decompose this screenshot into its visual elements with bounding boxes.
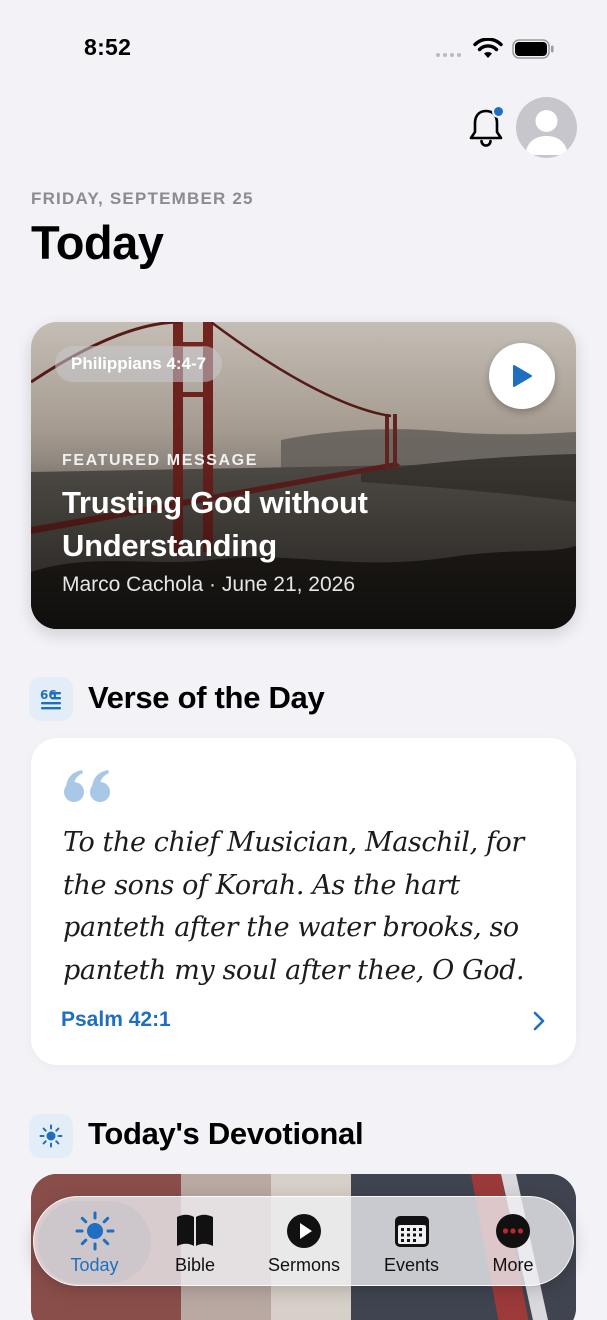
tab-bar: Today Bible Sermons Events More bbox=[33, 1196, 574, 1286]
play-circle-icon bbox=[287, 1214, 321, 1248]
verse-card[interactable]: To the chief Musician, Maschil, for the … bbox=[31, 738, 576, 1065]
tab-more[interactable]: More bbox=[469, 1197, 557, 1287]
screen: 8:52 FRIDAY, SEPTEMBER 25 Today Philippi… bbox=[0, 0, 607, 1320]
tab-events[interactable]: Events bbox=[364, 1197, 459, 1287]
cellular-signal-icon bbox=[436, 53, 461, 57]
notification-badge bbox=[492, 105, 505, 118]
sun-small-icon bbox=[39, 1124, 63, 1148]
featured-message-card[interactable]: Philippians 4:4-7 FEATURED MESSAGE Trust… bbox=[31, 322, 576, 629]
battery-icon bbox=[512, 39, 554, 59]
scripture-reference-chip: Philippians 4:4-7 bbox=[55, 346, 223, 382]
tab-label-bible: Bible bbox=[174, 1255, 216, 1275]
devotional-section-icon bbox=[29, 1114, 73, 1158]
book-icon bbox=[177, 1214, 213, 1246]
calendar-icon bbox=[394, 1216, 429, 1247]
tab-today[interactable]: Today bbox=[38, 1197, 151, 1287]
ellipsis-circle-icon bbox=[496, 1214, 530, 1248]
tab-label-sermons: Sermons bbox=[267, 1255, 341, 1275]
featured-eyebrow: FEATURED MESSAGE bbox=[62, 452, 258, 469]
svg-text:66: 66 bbox=[40, 688, 57, 702]
featured-meta: Marco Cachola · June 21, 2026 bbox=[62, 573, 356, 596]
chevron-right-icon bbox=[533, 1011, 545, 1031]
devotional-section-title: Today's Devotional bbox=[88, 1116, 364, 1151]
featured-title: Trusting God without Understanding bbox=[62, 485, 368, 563]
verse-text: To the chief Musician, Maschil, for the … bbox=[63, 827, 525, 986]
wifi-icon bbox=[473, 38, 503, 58]
play-button[interactable] bbox=[489, 343, 555, 409]
quote-list-icon: 66 bbox=[40, 688, 61, 710]
tab-bible[interactable]: Bible bbox=[151, 1197, 239, 1287]
tab-label-more: More bbox=[492, 1255, 534, 1275]
quote-mark-icon bbox=[64, 770, 110, 802]
tab-label-today: Today bbox=[70, 1255, 119, 1275]
play-icon bbox=[513, 365, 532, 387]
verse-section-title: Verse of the Day bbox=[88, 680, 325, 715]
sun-icon bbox=[75, 1211, 114, 1251]
verse-section-icon: 66 bbox=[29, 677, 73, 721]
verse-reference-link[interactable]: Psalm 42:1 bbox=[61, 1008, 171, 1032]
date-label: FRIDAY, SEPTEMBER 25 bbox=[31, 189, 254, 208]
person-icon bbox=[525, 110, 568, 155]
status-time: 8:52 bbox=[84, 34, 132, 60]
profile-avatar[interactable] bbox=[516, 97, 577, 158]
tab-label-events: Events bbox=[383, 1255, 440, 1275]
page-title: Today bbox=[31, 216, 164, 269]
tab-sermons[interactable]: Sermons bbox=[254, 1197, 354, 1287]
